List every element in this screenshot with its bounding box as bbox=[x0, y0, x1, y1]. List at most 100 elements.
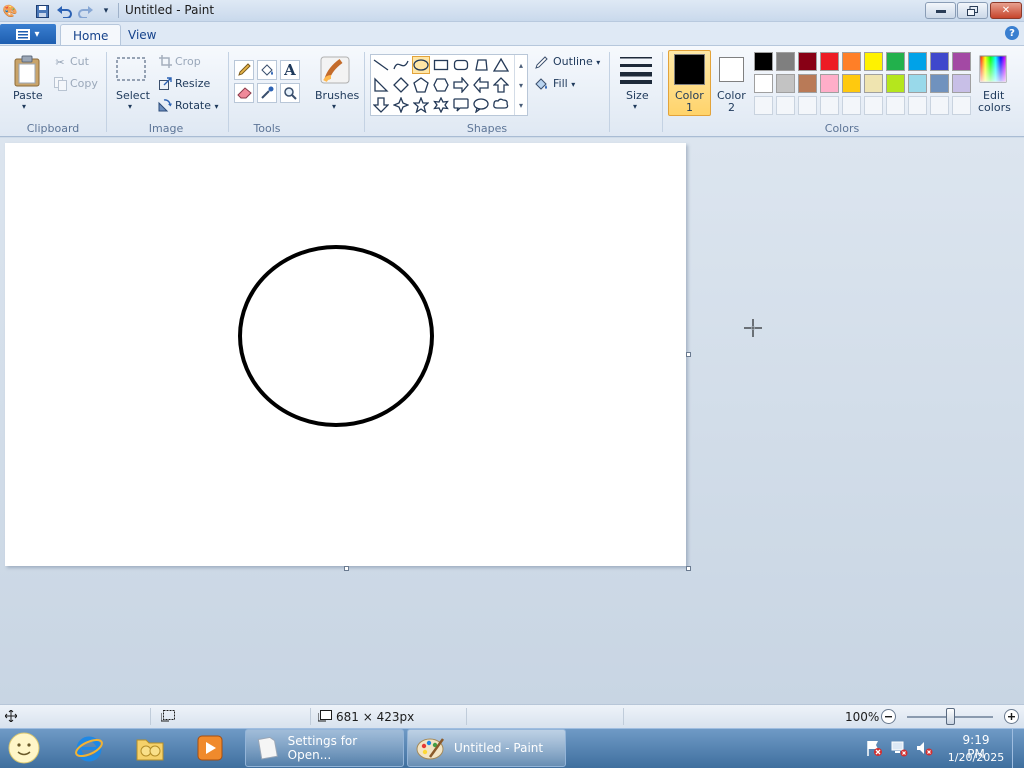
edit-colors-icon[interactable] bbox=[978, 54, 1008, 84]
palette-color-swatch[interactable] bbox=[798, 52, 817, 71]
palette-custom-slot[interactable] bbox=[952, 96, 971, 115]
select-button[interactable]: Select bbox=[116, 89, 150, 102]
palette-color-swatch[interactable] bbox=[776, 74, 795, 93]
volume-muted-icon[interactable] bbox=[914, 732, 934, 764]
six-point-star-shape-icon[interactable] bbox=[432, 96, 450, 114]
down-arrow-shape-icon[interactable] bbox=[372, 96, 390, 114]
palette-color-swatch[interactable] bbox=[930, 74, 949, 93]
size-icon[interactable] bbox=[619, 54, 653, 86]
text-tool-icon[interactable]: A bbox=[280, 60, 300, 80]
zoom-out-button[interactable] bbox=[881, 709, 896, 724]
five-point-star-shape-icon[interactable] bbox=[412, 96, 430, 114]
diamond-shape-icon[interactable] bbox=[392, 76, 410, 94]
network-icon[interactable] bbox=[889, 732, 909, 764]
eraser-tool[interactable] bbox=[234, 83, 254, 103]
brushes-button[interactable]: Brushes bbox=[315, 89, 359, 102]
right-triangle-shape-icon[interactable] bbox=[372, 76, 390, 94]
size-button[interactable]: Size bbox=[626, 89, 649, 102]
palette-color-swatch[interactable] bbox=[754, 74, 773, 93]
palette-color-swatch[interactable] bbox=[930, 52, 949, 71]
magnifier-tool[interactable] bbox=[280, 83, 300, 103]
outline-icon[interactable] bbox=[533, 54, 549, 70]
customize-quick-access-icon[interactable]: ▾ bbox=[98, 3, 114, 19]
triangle-shape-icon[interactable] bbox=[492, 56, 510, 74]
palette-color-swatch[interactable] bbox=[842, 52, 861, 71]
palette-custom-slot[interactable] bbox=[930, 96, 949, 115]
pentagon-shape-icon[interactable] bbox=[412, 76, 430, 94]
resize-handle-corner[interactable] bbox=[686, 566, 691, 571]
fill-button[interactable]: Fill ▾ bbox=[553, 77, 575, 90]
color-picker-tool[interactable] bbox=[257, 83, 277, 103]
select-dropdown-icon[interactable]: ▾ bbox=[128, 102, 132, 111]
palette-custom-slot[interactable] bbox=[864, 96, 883, 115]
line-shape-icon[interactable] bbox=[372, 56, 390, 74]
palette-color-swatch[interactable] bbox=[864, 52, 883, 71]
up-arrow-shape-icon[interactable] bbox=[492, 76, 510, 94]
brushes-dropdown-icon[interactable]: ▾ bbox=[332, 102, 336, 111]
palette-custom-slot[interactable] bbox=[798, 96, 817, 115]
pencil-tool[interactable] bbox=[234, 60, 254, 80]
palette-color-swatch[interactable] bbox=[908, 52, 927, 71]
paste-button[interactable]: Paste bbox=[13, 89, 43, 102]
palette-color-swatch[interactable] bbox=[952, 74, 971, 93]
palette-color-swatch[interactable] bbox=[864, 74, 883, 93]
palette-color-swatch[interactable] bbox=[952, 52, 971, 71]
paint-app-icon[interactable]: 🎨 bbox=[2, 3, 18, 19]
curve-shape-icon[interactable] bbox=[392, 56, 410, 74]
palette-color-swatch[interactable] bbox=[776, 52, 795, 71]
resize-button[interactable]: Resize bbox=[175, 77, 210, 90]
taskbar-task-paint[interactable]: Untitled - Paint bbox=[407, 729, 566, 767]
fill-icon[interactable] bbox=[533, 76, 549, 92]
oval-callout-shape-icon[interactable] bbox=[472, 96, 490, 114]
outline-button[interactable]: Outline ▾ bbox=[553, 55, 600, 68]
restore-button[interactable] bbox=[957, 2, 988, 19]
polygon-shape-icon[interactable] bbox=[472, 56, 490, 74]
zoom-slider-thumb[interactable] bbox=[946, 708, 955, 725]
color2-swatch[interactable] bbox=[719, 57, 744, 82]
help-icon[interactable]: ? bbox=[1005, 26, 1019, 40]
tab-view[interactable]: View bbox=[116, 24, 168, 46]
rectangle-shape-icon[interactable] bbox=[432, 56, 450, 74]
rounded-callout-shape-icon[interactable] bbox=[452, 96, 470, 114]
internet-explorer-icon[interactable] bbox=[73, 732, 105, 764]
undo-icon[interactable] bbox=[56, 3, 72, 19]
palette-custom-slot[interactable] bbox=[908, 96, 927, 115]
right-arrow-shape-icon[interactable] bbox=[452, 76, 470, 94]
show-desktop-button[interactable] bbox=[1012, 729, 1024, 768]
palette-custom-slot[interactable] bbox=[842, 96, 861, 115]
hexagon-shape-icon[interactable] bbox=[432, 76, 450, 94]
close-button[interactable]: ✕ bbox=[990, 2, 1022, 19]
left-arrow-shape-icon[interactable] bbox=[472, 76, 490, 94]
size-dropdown-icon[interactable]: ▾ bbox=[633, 102, 637, 111]
resize-icon[interactable] bbox=[158, 76, 172, 90]
brushes-icon[interactable] bbox=[318, 52, 352, 88]
clock-date[interactable]: 1/20/2025 bbox=[946, 751, 1006, 764]
oval-shape-icon[interactable] bbox=[412, 56, 430, 74]
paste-icon[interactable] bbox=[12, 54, 42, 88]
palette-custom-slot[interactable] bbox=[886, 96, 905, 115]
save-icon[interactable] bbox=[34, 3, 50, 19]
minimize-button[interactable] bbox=[925, 2, 956, 19]
scroll-down-icon[interactable]: ▾ bbox=[519, 81, 523, 90]
paste-dropdown-icon[interactable]: ▾ bbox=[22, 102, 26, 111]
taskbar-task-settings[interactable]: Settings for Open... bbox=[245, 729, 404, 767]
palette-custom-slot[interactable] bbox=[754, 96, 773, 115]
drawing-canvas[interactable] bbox=[5, 143, 686, 566]
rotate-button[interactable]: Rotate ▾ bbox=[175, 99, 219, 112]
palette-custom-slot[interactable] bbox=[776, 96, 795, 115]
resize-handle-bottom[interactable] bbox=[344, 566, 349, 571]
palette-color-swatch[interactable] bbox=[842, 74, 861, 93]
palette-color-swatch[interactable] bbox=[820, 52, 839, 71]
palette-custom-slot[interactable] bbox=[820, 96, 839, 115]
file-explorer-icon[interactable] bbox=[134, 732, 166, 764]
fill-bucket-tool[interactable] bbox=[257, 60, 277, 80]
palette-color-swatch[interactable] bbox=[798, 74, 817, 93]
scroll-up-icon[interactable]: ▴ bbox=[519, 61, 523, 70]
rounded-rectangle-shape-icon[interactable] bbox=[452, 56, 470, 74]
palette-color-swatch[interactable] bbox=[908, 74, 927, 93]
paint-menu-button[interactable]: ▾ bbox=[0, 24, 56, 44]
zoom-in-button[interactable] bbox=[1004, 709, 1019, 724]
palette-color-swatch[interactable] bbox=[886, 52, 905, 71]
gallery-expand-icon[interactable]: ▾ bbox=[519, 101, 523, 110]
rotate-icon[interactable] bbox=[158, 98, 172, 112]
